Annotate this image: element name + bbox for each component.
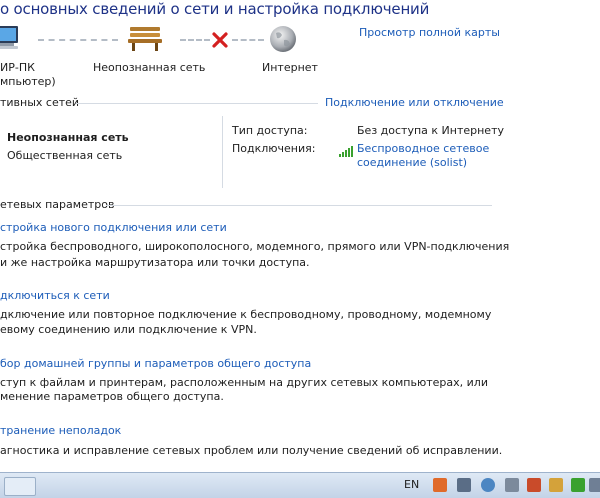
troubleshoot-link[interactable]: транение неполадок [0,424,121,437]
settings-heading: етевых параметров [0,198,115,211]
troubleshoot-desc: агностика и исправление сетевых проблем … [0,444,503,457]
connect-disconnect-link[interactable]: Подключение или отключение [325,96,504,109]
volume-tray-icon[interactable] [589,478,600,492]
map-link-line [38,39,118,41]
wireless-tray-icon[interactable] [571,478,585,492]
wireless-signal-icon [339,142,353,157]
section-divider [106,205,492,206]
connect-network-desc: дключение или повторное подключение к бе… [0,308,492,321]
tray-app-icon[interactable] [527,478,541,492]
setup-connection-desc: стройка беспроводного, широкополосного, … [0,240,510,253]
tray-app-icon[interactable] [481,478,495,492]
connect-network-link[interactable]: дключиться к сети [0,289,110,302]
tray-app-icon[interactable] [505,478,519,492]
homegroup-sharing-link[interactable]: бор домашней группы и параметров общего … [0,357,311,370]
section-divider [76,103,318,104]
computer-name-label: ИР-ПК [0,61,35,74]
access-type-label: Тип доступа: [232,124,308,137]
vertical-divider [222,116,223,188]
bench-network-icon [127,24,163,52]
computer-type-label: мпьютер) [0,75,56,88]
page-title: о основных сведений о сети и настройка п… [0,0,430,18]
disconnected-x-icon [211,31,229,49]
taskbar: EN [0,472,600,498]
homegroup-sharing-desc-line2: менение параметров общего доступа. [0,390,224,403]
network-node-label: Неопознанная сеть [93,61,206,74]
active-networks-heading: тивных сетей [0,96,80,109]
network-type-link[interactable]: Общественная сеть [7,149,122,162]
taskbar-button[interactable] [4,477,36,496]
connections-label: Подключения: [232,142,316,155]
tray-app-icon[interactable] [457,478,471,492]
computer-icon [0,24,22,52]
full-map-link[interactable]: Просмотр полной карты [359,26,500,39]
map-link-line [232,39,264,41]
tray-app-icon[interactable] [433,478,447,492]
connect-network-desc-line2: евому соединению или подключение к VPN. [0,323,257,336]
setup-connection-link[interactable]: стройка нового подключения или сети [0,221,227,234]
access-type-value: Без доступа к Интернету [357,124,504,137]
active-network-name: Неопознанная сеть [7,131,129,144]
tray-app-icon[interactable] [549,478,563,492]
map-link-line [180,39,210,41]
homegroup-sharing-desc: ступ к файлам и принтерам, расположенным… [0,376,488,389]
wireless-connection-link[interactable]: Беспроводное сетевое [357,142,489,155]
globe-icon [268,24,298,54]
setup-connection-desc-line2: и же настройка маршрутизатора или точки … [0,256,310,269]
wireless-connection-link-line2[interactable]: соединение (solist) [357,156,467,169]
internet-node-label: Интернет [262,61,318,74]
language-indicator[interactable]: EN [404,478,419,491]
